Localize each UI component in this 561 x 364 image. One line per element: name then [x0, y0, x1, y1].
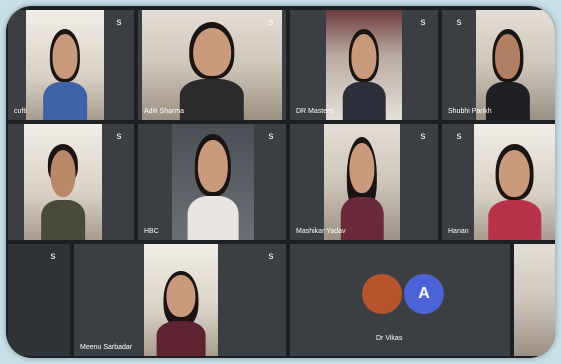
participant-name: Meenu Sarbadar [80, 344, 133, 351]
participant-video [324, 124, 400, 240]
participant-figure [179, 22, 245, 120]
participant-tile[interactable]: s DR Masters [290, 10, 438, 120]
mic-off-icon[interactable]: s [46, 250, 60, 264]
participant-name: Aditi Sharma [144, 108, 185, 115]
mic-off-icon[interactable]: s [416, 130, 430, 144]
participant-video [26, 10, 104, 120]
mic-off-icon[interactable]: s [264, 250, 278, 264]
participant-video [326, 10, 402, 120]
participant-name: Hanan [448, 228, 469, 235]
participant-tile[interactable]: s Mashikar Yadav [290, 124, 438, 240]
participant-tile[interactable]: s [8, 124, 134, 240]
mic-off-icon[interactable]: s [112, 16, 126, 30]
mic-off-icon[interactable]: s [452, 130, 466, 144]
participant-name: cufti [14, 108, 27, 115]
participant-name: HBC [144, 228, 159, 235]
participant-figure [41, 144, 85, 240]
mic-off-icon[interactable]: s [264, 16, 278, 30]
participant-figure [487, 144, 542, 240]
participant-figure [485, 29, 530, 120]
participant-tile[interactable]: s Shubhi Parikh [442, 10, 555, 120]
mic-off-icon[interactable]: s [452, 16, 466, 30]
participant-video [144, 244, 218, 356]
participant-name: Dr Vikas [376, 335, 403, 342]
participant-tile[interactable] [514, 244, 555, 356]
participant-name: DR Masters [296, 108, 333, 115]
participant-letter-avatar: A [404, 274, 444, 314]
participant-figure [43, 29, 87, 120]
participant-name: Mashikar Yadav [296, 228, 346, 235]
participant-photo-avatar [362, 274, 402, 314]
participant-video [24, 124, 102, 240]
participant-video [172, 124, 254, 240]
participant-figure [187, 134, 239, 240]
mic-off-icon[interactable]: s [112, 130, 126, 144]
participant-figure [156, 270, 206, 356]
participant-video [514, 244, 555, 356]
participant-tile[interactable]: s Hanan [442, 124, 555, 240]
participant-tile[interactable]: s [8, 244, 70, 356]
participant-tile[interactable]: s Aditi Sharma [138, 10, 286, 120]
participant-tile[interactable]: s HBC [138, 124, 286, 240]
mic-off-icon[interactable]: s [264, 130, 278, 144]
participant-tile[interactable]: s Meenu Sarbadar [74, 244, 286, 356]
video-grid: s cufti s Aditi Sharma s DR Masters s Sh… [6, 6, 555, 358]
participant-tile[interactable]: A Dr Vikas [290, 244, 510, 356]
participant-video [474, 124, 555, 240]
participant-video [142, 10, 282, 120]
mic-off-icon[interactable]: s [416, 16, 430, 30]
participant-figure [340, 136, 384, 240]
participant-tile[interactable]: s cufti [8, 10, 134, 120]
participant-name: Shubhi Parikh [448, 108, 492, 115]
participant-video [476, 10, 555, 120]
participant-figure [342, 29, 386, 120]
